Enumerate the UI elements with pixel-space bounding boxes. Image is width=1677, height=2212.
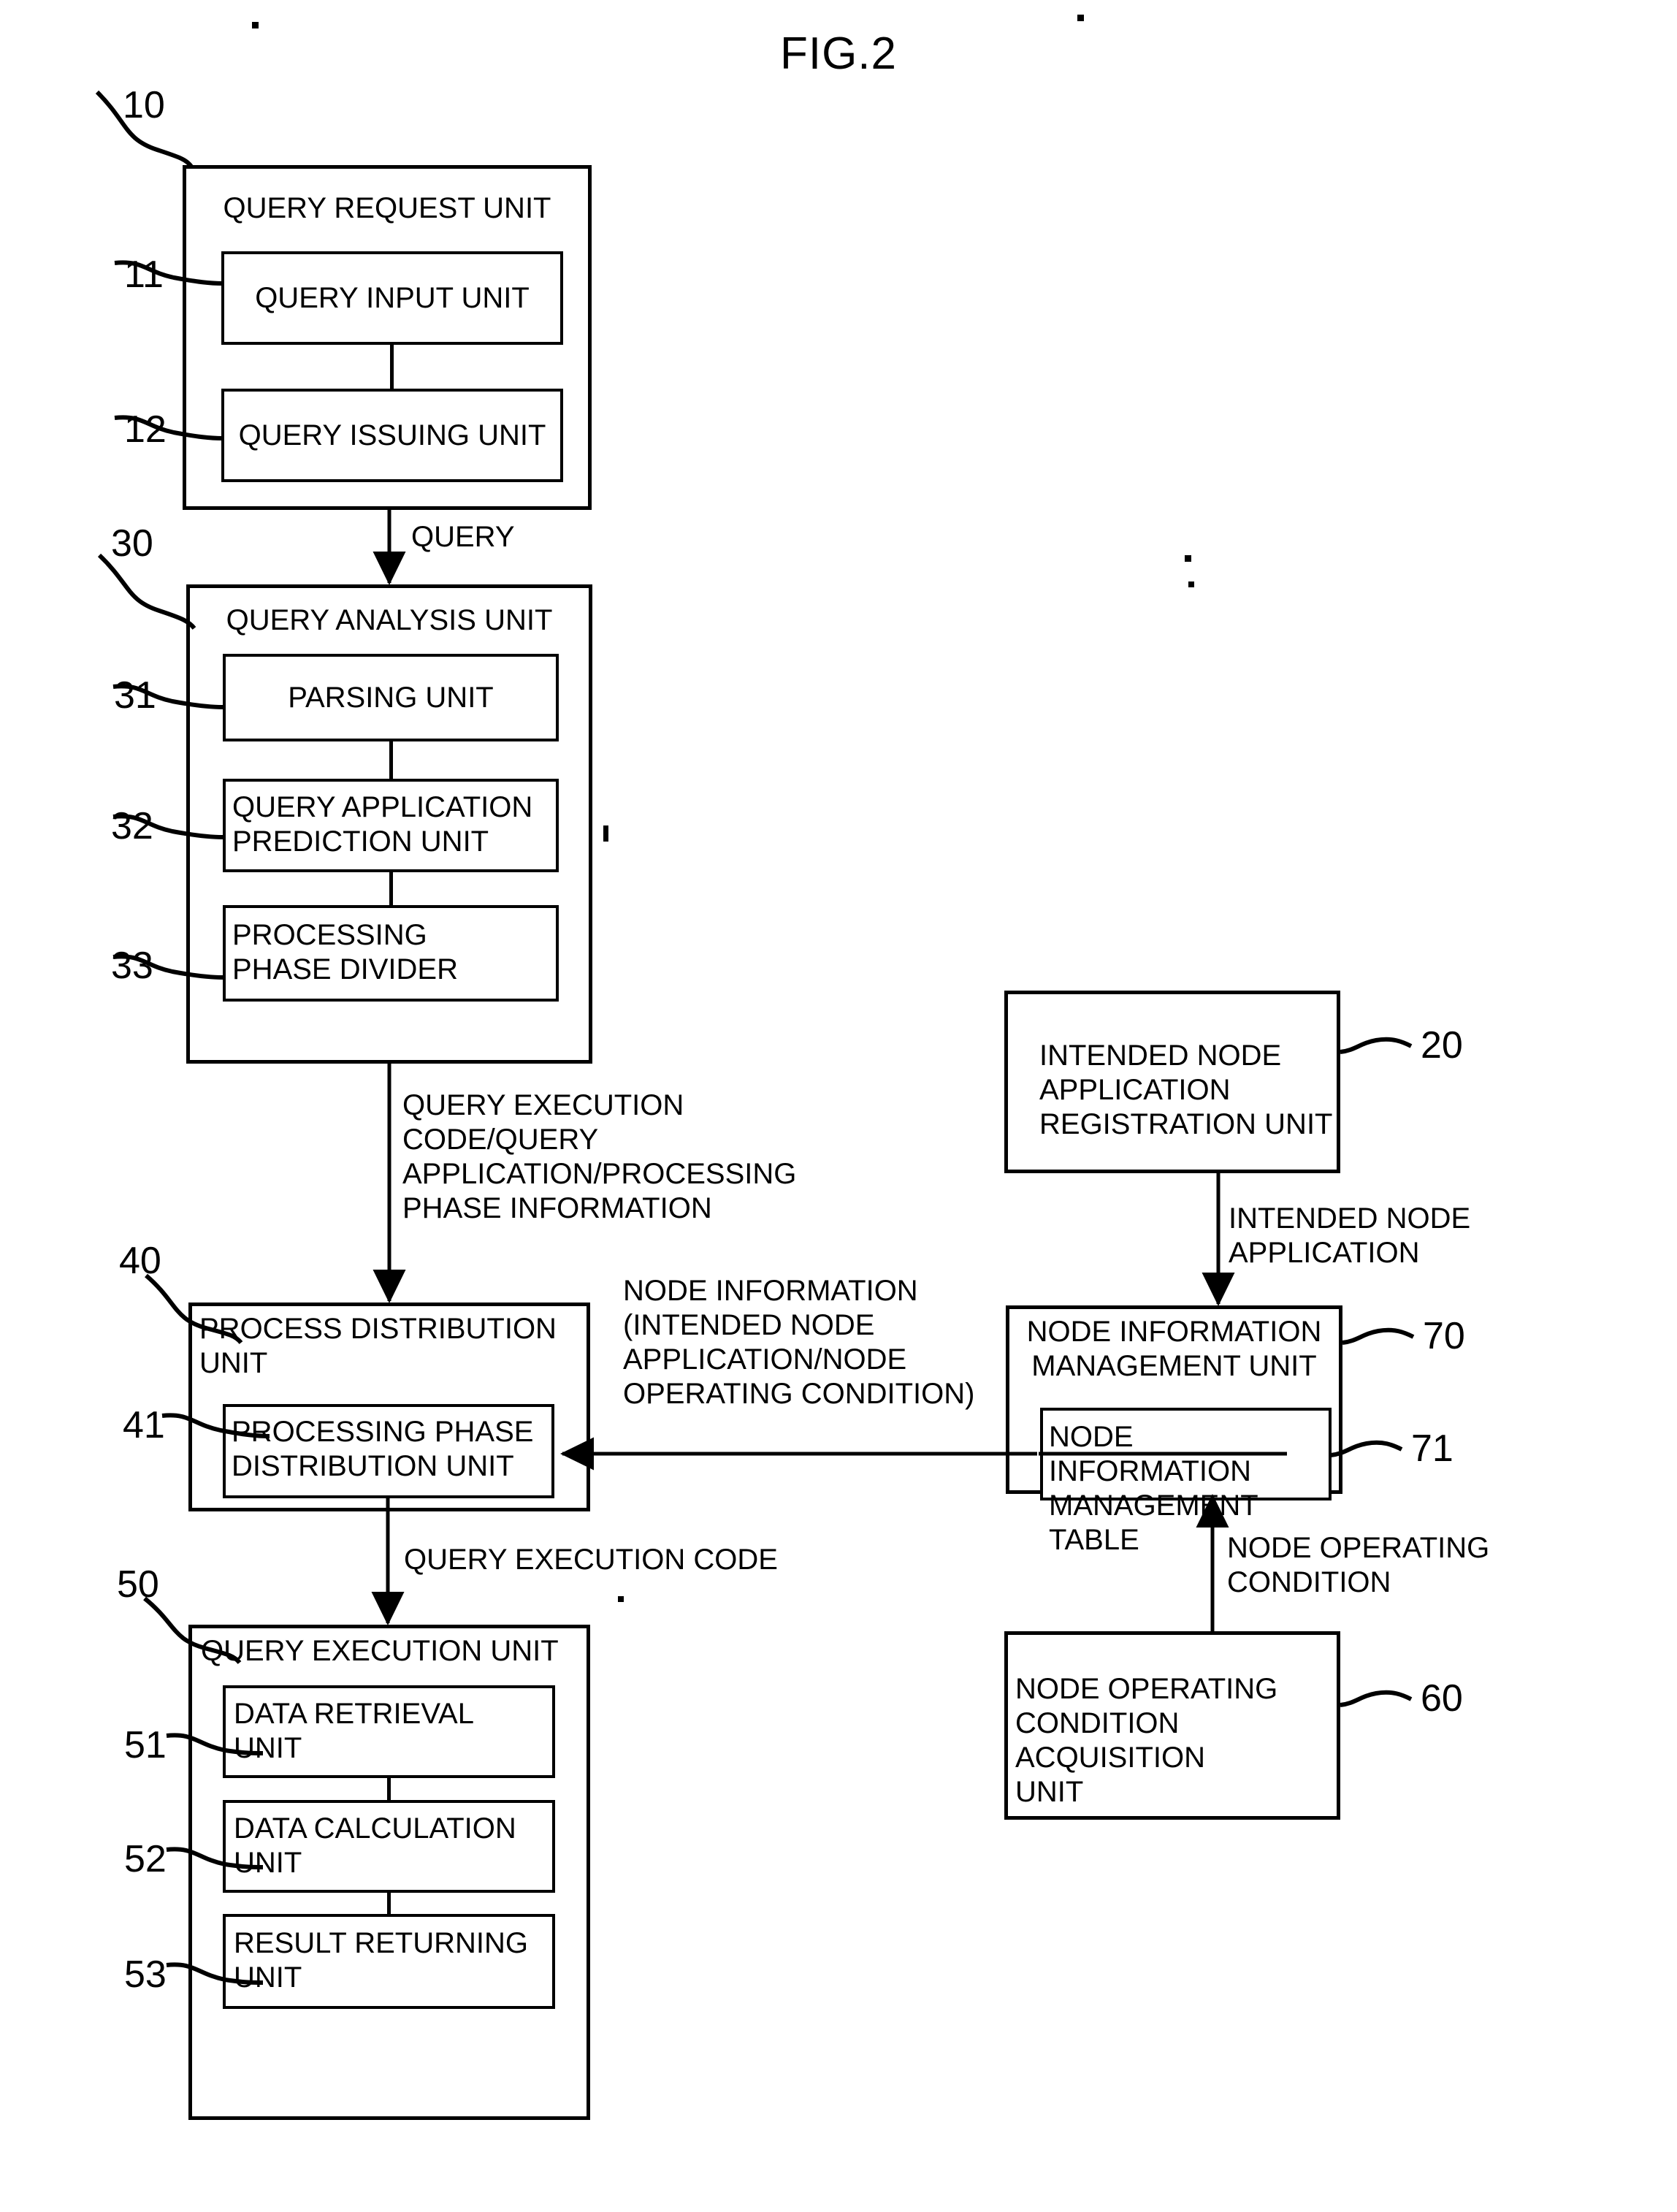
flow-label-query-execution-code-info: QUERY EXECUTION CODE/QUERY APPLICATION/P…: [402, 1089, 797, 1224]
ref-numeral-71: 71: [1411, 1427, 1453, 1470]
flow-label-intended-node-application: INTENDED NODE APPLICATION: [1229, 1202, 1471, 1269]
flow-label-query: QUERY: [411, 521, 515, 553]
flow-label-node-information: NODE INFORMATION (INTENDED NODE APPLICAT…: [623, 1275, 975, 1410]
ref-numeral-11: 11: [124, 253, 164, 296]
ref-numeral-32: 32: [111, 805, 153, 847]
ref-numeral-12: 12: [124, 408, 167, 451]
flow-label-node-operating-condition: NODE OPERATING CONDITION: [1227, 1532, 1490, 1598]
ref-numeral-10: 10: [123, 84, 165, 126]
ref-numeral-50: 50: [117, 1563, 159, 1606]
ref-numeral-20: 20: [1421, 1024, 1463, 1067]
ref-numeral-40: 40: [119, 1240, 161, 1282]
ref-numeral-70: 70: [1423, 1315, 1465, 1357]
ref-numeral-51: 51: [124, 1724, 167, 1766]
ref-numeral-53: 53: [124, 1953, 167, 1996]
ref-numeral-30: 30: [111, 522, 153, 565]
ref-numeral-60: 60: [1421, 1677, 1463, 1720]
ref-numeral-33: 33: [111, 945, 153, 987]
patent-figure: FIG.2 QUERY REQUEST UNIT QUERY INPUT UNI…: [0, 0, 1677, 2212]
ref-numeral-31: 31: [114, 674, 156, 717]
ref-numeral-52: 52: [124, 1838, 167, 1880]
ref-numeral-41: 41: [123, 1404, 165, 1446]
flow-label-query-execution-code: QUERY EXECUTION CODE: [404, 1544, 778, 1576]
